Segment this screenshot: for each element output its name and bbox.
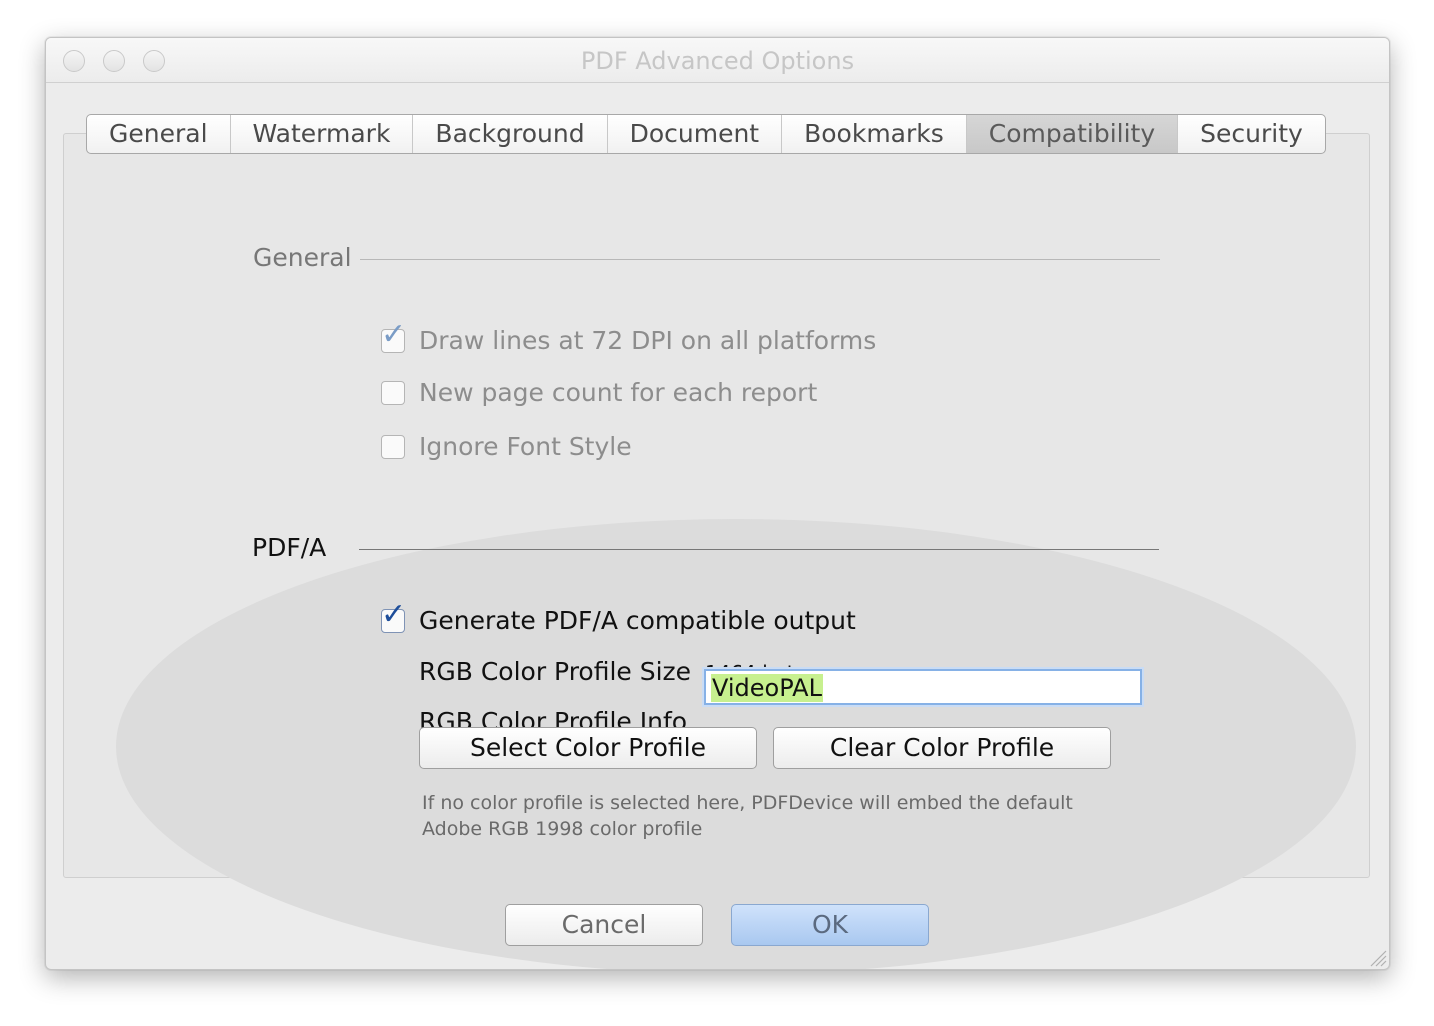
section-title-pdfa: PDF/A bbox=[252, 533, 327, 562]
clear-color-profile-button[interactable]: Clear Color Profile bbox=[773, 727, 1111, 769]
checkbox-new-page-count[interactable] bbox=[381, 380, 405, 405]
ok-button[interactable]: OK bbox=[731, 904, 929, 946]
resize-grip-icon[interactable] bbox=[1367, 947, 1387, 967]
tab-bar: General Watermark Background Document Bo… bbox=[86, 114, 1326, 154]
window-title: PDF Advanced Options bbox=[580, 47, 855, 75]
cancel-button[interactable]: Cancel bbox=[505, 904, 703, 946]
title-bar: PDF Advanced Options bbox=[46, 38, 1389, 83]
tab-content-panel: General ✓ Draw lines at 72 DPI on all pl… bbox=[63, 133, 1370, 969]
section-divider-general bbox=[360, 259, 1160, 260]
checkbox-ignore-font-style[interactable] bbox=[381, 434, 405, 459]
option-label: Generate PDF/A compatible output bbox=[419, 606, 856, 635]
tab-background[interactable]: Background bbox=[413, 115, 608, 153]
checkmark-icon: ✓ bbox=[381, 596, 407, 632]
profile-info-field[interactable]: VideoPAL bbox=[704, 669, 1142, 705]
note-line-2: Adobe RGB 1998 color profile bbox=[422, 818, 703, 840]
option-label: New page count for each report bbox=[419, 378, 818, 407]
profile-info-value: VideoPAL bbox=[711, 674, 823, 702]
option-label: Ignore Font Style bbox=[419, 432, 632, 461]
tab-security[interactable]: Security bbox=[1178, 115, 1325, 153]
option-label: Draw lines at 72 DPI on all platforms bbox=[419, 326, 877, 355]
profile-size-label: RGB Color Profile Size bbox=[419, 657, 692, 686]
tab-bookmarks[interactable]: Bookmarks bbox=[782, 115, 967, 153]
note-line-1: If no color profile is selected here, PD… bbox=[422, 792, 1073, 814]
checkbox-draw-lines[interactable]: ✓ bbox=[381, 319, 406, 353]
section-divider-pdfa bbox=[359, 549, 1159, 550]
tab-compatibility[interactable]: Compatibility bbox=[966, 115, 1179, 153]
section-title-general: General bbox=[253, 243, 352, 272]
tab-general[interactable]: General bbox=[87, 115, 231, 153]
option-draw-lines-72dpi[interactable]: ✓ Draw lines at 72 DPI on all platforms bbox=[381, 319, 877, 355]
checkbox-generate-pdfa[interactable]: ✓ bbox=[381, 599, 406, 633]
option-new-page-count[interactable]: New page count for each report bbox=[381, 378, 817, 407]
select-color-profile-button[interactable]: Select Color Profile bbox=[419, 727, 757, 769]
tab-document[interactable]: Document bbox=[608, 115, 783, 153]
tab-watermark[interactable]: Watermark bbox=[231, 115, 414, 153]
checkmark-icon: ✓ bbox=[381, 316, 407, 352]
option-generate-pdfa[interactable]: ✓ Generate PDF/A compatible output bbox=[381, 599, 856, 635]
option-ignore-font-style[interactable]: Ignore Font Style bbox=[381, 432, 632, 461]
dialog-window: PDF Advanced Options General ✓ Draw line… bbox=[45, 37, 1390, 970]
color-profile-note: If no color profile is selected here, PD… bbox=[422, 790, 1073, 842]
